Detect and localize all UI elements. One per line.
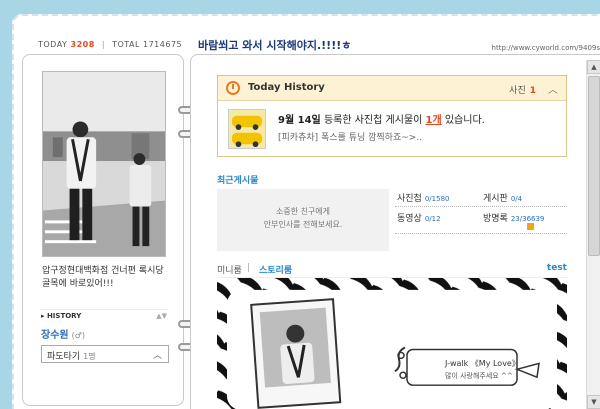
chevron-up-icon[interactable]: ︿ (548, 81, 558, 96)
recent-posts-label: 최근게시물 (217, 176, 259, 186)
left-page: 압구정현대백화점 건너편 록시당골목에 바로있어!!! ▸ HISTORY ▲▼… (22, 54, 184, 406)
storyroom-message: J-walk 《My Love》 많이 사랑해주세요 ^^ (445, 359, 520, 380)
stats-grid: 사진첩 0/1580 게시판 0/4 동영상 0/12 방명록 23/36639 (395, 189, 567, 251)
today-history-box: Today History 사진 1 ︿ 9월 14일 등록한 사진첩 게시물이 … (217, 75, 567, 157)
paddo-select[interactable]: 파도타기 1명 ︿ (41, 345, 169, 363)
clock-icon (226, 81, 240, 95)
history-post-title[interactable]: [피카츄차] 폭스를 튜닝 깜찍하죠~>.. (278, 130, 422, 143)
tab-miniroom[interactable]: 미니룸 (217, 263, 242, 276)
stat-board[interactable]: 게시판 0/4 (483, 191, 522, 204)
profile-photo (42, 71, 166, 257)
history-notice[interactable]: 9월 14일 등록한 사진첩 게시물이 1개 있습니다. (278, 111, 485, 126)
today-history-title: Today History (248, 82, 325, 93)
scroll-thumb[interactable] (588, 76, 600, 256)
scroll-down-arrow-icon[interactable]: ▼ (587, 395, 600, 409)
stat-guestbook[interactable]: 방명록 23/36639 (483, 211, 544, 224)
new-badge-icon (527, 223, 534, 230)
profile-intro: 압구정현대백화점 건너편 록시당골목에 바로있어!!! (42, 266, 164, 289)
today-count: 3208 (70, 40, 95, 49)
today-history-header: Today History 사진 1 ︿ (218, 76, 566, 101)
room-tabs: 미니룸 | 스토리룸 test (217, 263, 567, 276)
visitor-counter: TODAY 3208 | TOTAL 1714675 (38, 40, 183, 49)
greeting-box[interactable]: 소중한 친구에게 안부인사를 전해보세요. (217, 189, 389, 251)
test-link[interactable]: test (547, 263, 567, 273)
history-arrows-icon[interactable]: ▲▼ (156, 312, 167, 320)
history-toggle[interactable]: ▸ HISTORY ▲▼ (41, 309, 167, 320)
scrollbar[interactable]: ▲ ▼ (586, 60, 600, 409)
owner-name[interactable]: 장수원 (♂) (41, 326, 85, 341)
right-page: Today History 사진 1 ︿ 9월 14일 등록한 사진첩 게시물이 … (190, 54, 600, 409)
car-thumbnail[interactable] (228, 109, 266, 149)
tab-storyroom[interactable]: 스토리룸 (259, 263, 292, 276)
homepage-url[interactable]: http://www.cyworld.com/9409s (492, 44, 600, 52)
scroll-up-arrow-icon[interactable]: ▲ (587, 60, 600, 74)
page-title: 바람쐬고 와서 시작해야지.!!!!ㅎ (198, 39, 352, 52)
total-count: 1714675 (143, 40, 183, 49)
photo-count: 사진 1 (509, 86, 536, 96)
chevron-up-icon: ︿ (152, 351, 162, 361)
stat-videos[interactable]: 동영상 0/12 (397, 211, 441, 224)
stat-photos[interactable]: 사진첩 0/1580 (397, 191, 449, 204)
storyroom-panel: J-walk 《My Love》 많이 사랑해주세요 ^^ (217, 277, 567, 409)
recent-posts: 소중한 친구에게 안부인사를 전해보세요. 사진첩 0/1580 게시판 0/4 동… (217, 189, 567, 251)
